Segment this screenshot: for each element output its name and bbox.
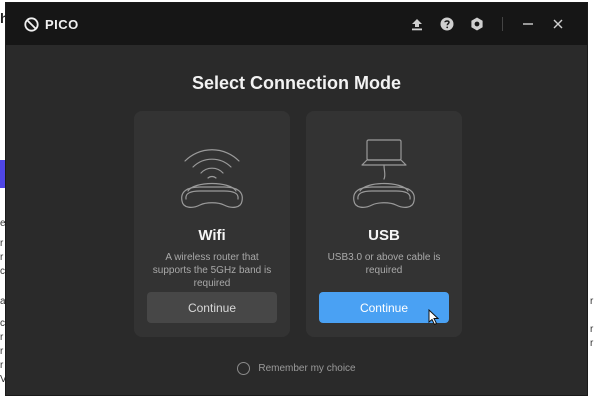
remember-choice-radio[interactable] <box>237 362 251 375</box>
wifi-card-description: A wireless router that supports the 5GHz… <box>152 252 272 289</box>
background-text-fragment: r <box>0 346 4 357</box>
wifi-card-title: Wifi <box>198 227 226 244</box>
background-text-fragment: r <box>0 360 4 371</box>
wifi-headset-icon <box>181 149 243 208</box>
usb-headset-icon <box>353 139 415 208</box>
background-text-fragment: r <box>590 338 594 349</box>
usb-card-description: USB3.0 or above cable is required <box>327 252 441 276</box>
remember-choice[interactable]: Remember my choice <box>6 362 587 375</box>
title-bar-separator <box>502 17 503 31</box>
remember-choice-label[interactable]: Remember my choice <box>258 363 355 374</box>
background-text-fragment: r <box>0 332 4 343</box>
background-text-fragment: r <box>0 238 4 249</box>
title-bar-controls <box>402 3 573 45</box>
close-icon[interactable] <box>543 9 573 39</box>
brand-name: PICO <box>45 16 79 32</box>
pico-logo-icon <box>24 16 39 32</box>
usb-option-card[interactable]: USB USB3.0 or above cable is required Co… <box>306 111 462 337</box>
background-text-fragment: r <box>590 296 594 307</box>
wifi-option-card[interactable]: Wifi A wireless router that supports the… <box>134 111 290 337</box>
pico-connection-window: PICO Select Connection Mode Wifi A wirel… <box>5 2 588 396</box>
usb-card-title: USB <box>368 227 400 244</box>
title-bar[interactable]: PICO <box>6 3 587 45</box>
wifi-continue-button[interactable]: Continue <box>147 292 277 323</box>
settings-icon[interactable] <box>462 9 492 39</box>
upload-icon[interactable] <box>402 9 432 39</box>
background-text-fragment: r <box>590 324 594 335</box>
help-icon[interactable] <box>432 9 462 39</box>
pico-logo: PICO <box>24 17 79 32</box>
minimize-icon[interactable] <box>513 9 543 39</box>
background-text-fragment: r <box>0 252 4 263</box>
mouse-pointer-icon <box>428 309 440 326</box>
page-title: Select Connection Mode <box>191 73 402 93</box>
